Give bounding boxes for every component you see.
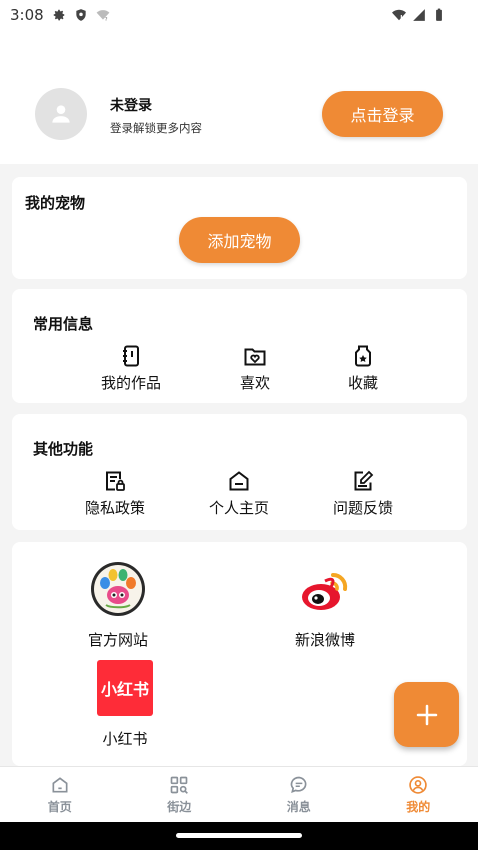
favorites-item[interactable]: 收藏 — [313, 344, 413, 393]
personal-homepage-item[interactable]: 个人主页 — [189, 469, 289, 518]
status-bar: 3:08 ? — [0, 0, 478, 30]
bottom-tab-bar: 首页 街边 消息 我的 — [0, 766, 478, 822]
status-time: 3:08 — [10, 6, 44, 24]
notebook-icon — [123, 345, 139, 367]
heart-folder-icon — [244, 348, 266, 366]
my-works-item[interactable]: 我的作品 — [81, 344, 181, 393]
system-nav-bar — [0, 822, 478, 850]
personal-homepage-label: 个人主页 — [208, 499, 269, 517]
my-pets-card: 我的宠物 添加宠物 — [12, 177, 467, 279]
my-works-label: 我的作品 — [100, 374, 161, 392]
user-name: 未登录 — [110, 98, 152, 114]
tab-street[interactable]: 街边 — [120, 767, 240, 822]
tab-home-label: 首页 — [47, 799, 72, 814]
home-page-icon — [229, 471, 249, 491]
chat-icon — [290, 776, 307, 793]
my-pets-title: 我的宠物 — [25, 194, 86, 212]
tab-mine-label: 我的 — [406, 799, 431, 814]
gear-icon — [53, 9, 64, 21]
home-indicator[interactable] — [176, 833, 302, 838]
user-subtitle: 登录解锁更多内容 — [110, 121, 202, 135]
tab-mine[interactable]: 我的 — [359, 767, 478, 822]
star-jar-icon — [355, 345, 371, 367]
wifi-question-icon: ? — [96, 10, 110, 22]
common-info-title: 常用信息 — [33, 315, 94, 333]
user-silhouette-icon — [52, 105, 70, 123]
battery-icon — [436, 8, 442, 21]
feedback-item[interactable]: 问题反馈 — [313, 469, 413, 518]
privacy-doc-icon — [106, 471, 125, 491]
shield-icon — [76, 9, 86, 21]
common-info-card: 常用信息 我的作品 喜欢 收藏 — [12, 289, 467, 403]
signal-icon — [413, 9, 425, 21]
add-pet-button[interactable]: 添加宠物 — [179, 217, 300, 263]
weibo-label: 新浪微博 — [295, 631, 356, 649]
home-icon — [52, 776, 68, 792]
xiaohongshu-label: 小红书 — [102, 730, 148, 748]
tab-home[interactable]: 首页 — [0, 767, 120, 822]
feedback-edit-icon — [354, 470, 374, 491]
feedback-label: 问题反馈 — [332, 499, 393, 517]
add-fab-button[interactable] — [394, 682, 459, 747]
favorites-label: 收藏 — [347, 374, 378, 392]
tab-messages-label: 消息 — [286, 799, 311, 814]
weibo-item[interactable]: 新浪微博 — [295, 561, 355, 650]
wifi-icon — [392, 9, 406, 21]
xiaohongshu-logo-text: 小红书 — [101, 680, 149, 699]
user-icon — [409, 775, 427, 794]
likes-label: 喜欢 — [239, 374, 270, 392]
grid-search-icon — [170, 776, 189, 794]
svg-text:?: ? — [104, 17, 107, 22]
privacy-policy-label: 隐私政策 — [84, 499, 145, 517]
privacy-policy-item[interactable]: 隐私政策 — [65, 469, 165, 518]
other-functions-title: 其他功能 — [33, 440, 94, 458]
tab-street-label: 街边 — [167, 799, 192, 814]
paw-logo-icon — [91, 562, 145, 616]
weibo-logo-icon — [302, 572, 348, 610]
login-button[interactable]: 点击登录 — [322, 91, 443, 137]
tab-messages[interactable]: 消息 — [239, 767, 359, 822]
likes-item[interactable]: 喜欢 — [205, 344, 305, 393]
other-functions-card: 其他功能 隐私政策 个人主页 问题反馈 — [12, 414, 467, 530]
xiaohongshu-item[interactable]: 小红书 小红书 — [97, 660, 153, 749]
avatar[interactable] — [35, 88, 87, 140]
xiaohongshu-logo-icon: 小红书 — [97, 660, 153, 716]
plus-icon — [416, 704, 437, 725]
official-website-item[interactable]: 官方网站 — [88, 561, 148, 650]
profile-header: 未登录 登录解锁更多内容 点击登录 — [0, 30, 478, 164]
official-website-label: 官方网站 — [88, 631, 149, 649]
